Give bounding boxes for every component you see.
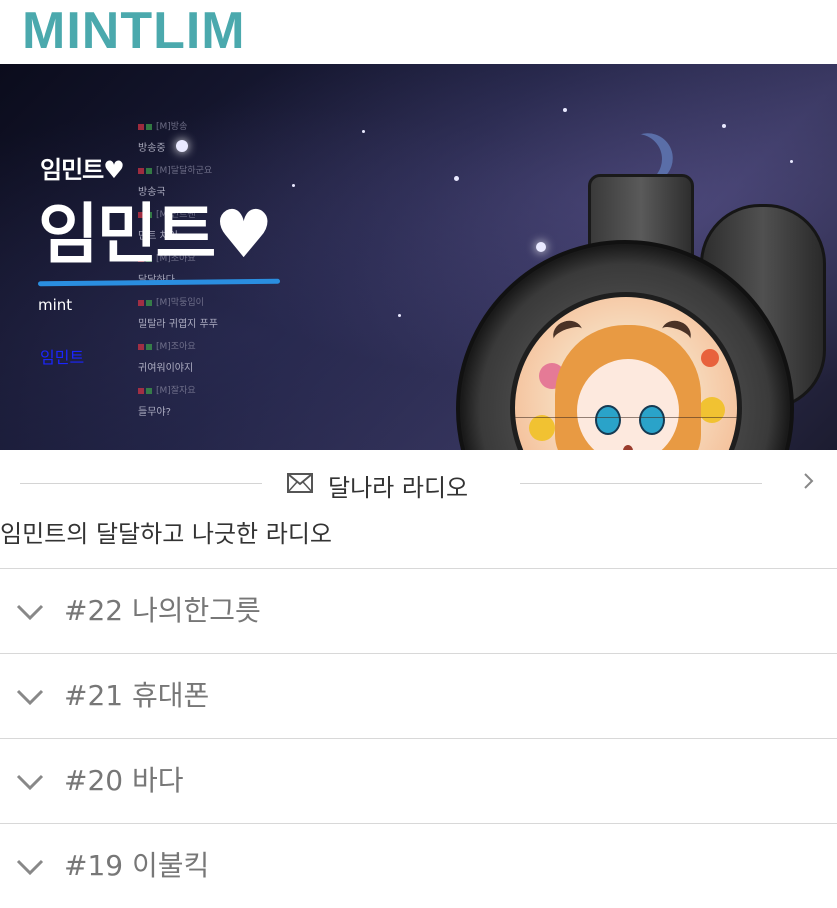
chevron-right-icon[interactable] [802, 472, 816, 490]
banner-big-title: 임민트♥ [38, 196, 273, 273]
episode-item[interactable]: #21 휴대폰 [0, 653, 837, 738]
chat-line: 귀여워이야지 [138, 363, 194, 374]
section-title[interactable]: 달나라 라디오 [328, 468, 468, 503]
episode-list: #22 나의한그릇 #21 휴대폰 #20 바다 #19 이불킥 [0, 568, 837, 908]
episode-item[interactable]: #22 나의한그릇 [0, 568, 837, 653]
chat-line: [M]막둥입이 [138, 292, 256, 314]
banner-link[interactable]: 임민트 [40, 344, 84, 368]
site-logo[interactable]: MINTLIM [22, 2, 246, 60]
episode-title: #21 휴대폰 [64, 679, 210, 712]
divider-right [520, 483, 762, 484]
section-header: 달나라 라디오 [0, 450, 837, 514]
chevron-down-icon [16, 858, 44, 876]
mail-icon [287, 473, 313, 493]
episode-item[interactable]: #19 이불킥 [0, 823, 837, 908]
chat-line: 들무야? [138, 407, 171, 418]
chevron-down-icon [16, 773, 44, 791]
chat-line: [M]방송 [138, 116, 256, 138]
banner-small-title: 임민트♥ [40, 156, 125, 184]
divider-left [20, 483, 262, 484]
chevron-down-icon [16, 688, 44, 706]
chat-line: [M]달달하군요 [138, 160, 256, 182]
episode-title: #22 나의한그릇 [64, 594, 261, 627]
episode-title: #20 바다 [64, 764, 184, 797]
chat-line: 방송중 [138, 143, 166, 154]
chat-line: [M]조아요 [138, 336, 256, 358]
site-header: MINTLIM [0, 0, 837, 64]
section-description: 임민트의 달달하고 나긋한 라디오 [0, 520, 333, 548]
banner-sub-label: mint [38, 296, 73, 314]
banner-image: [M]방송방송중[M]달달하군요방송국[M]민트팬민트 차이[M]조아요달달하다… [0, 64, 837, 450]
chevron-down-icon [16, 603, 44, 621]
episode-item[interactable]: #20 바다 [0, 738, 837, 823]
chat-line: [M]잘자요 [138, 380, 256, 402]
episode-title: #19 이불킥 [64, 849, 210, 882]
chat-line: 밀탈라 귀엽지 푸푸 [138, 319, 218, 330]
